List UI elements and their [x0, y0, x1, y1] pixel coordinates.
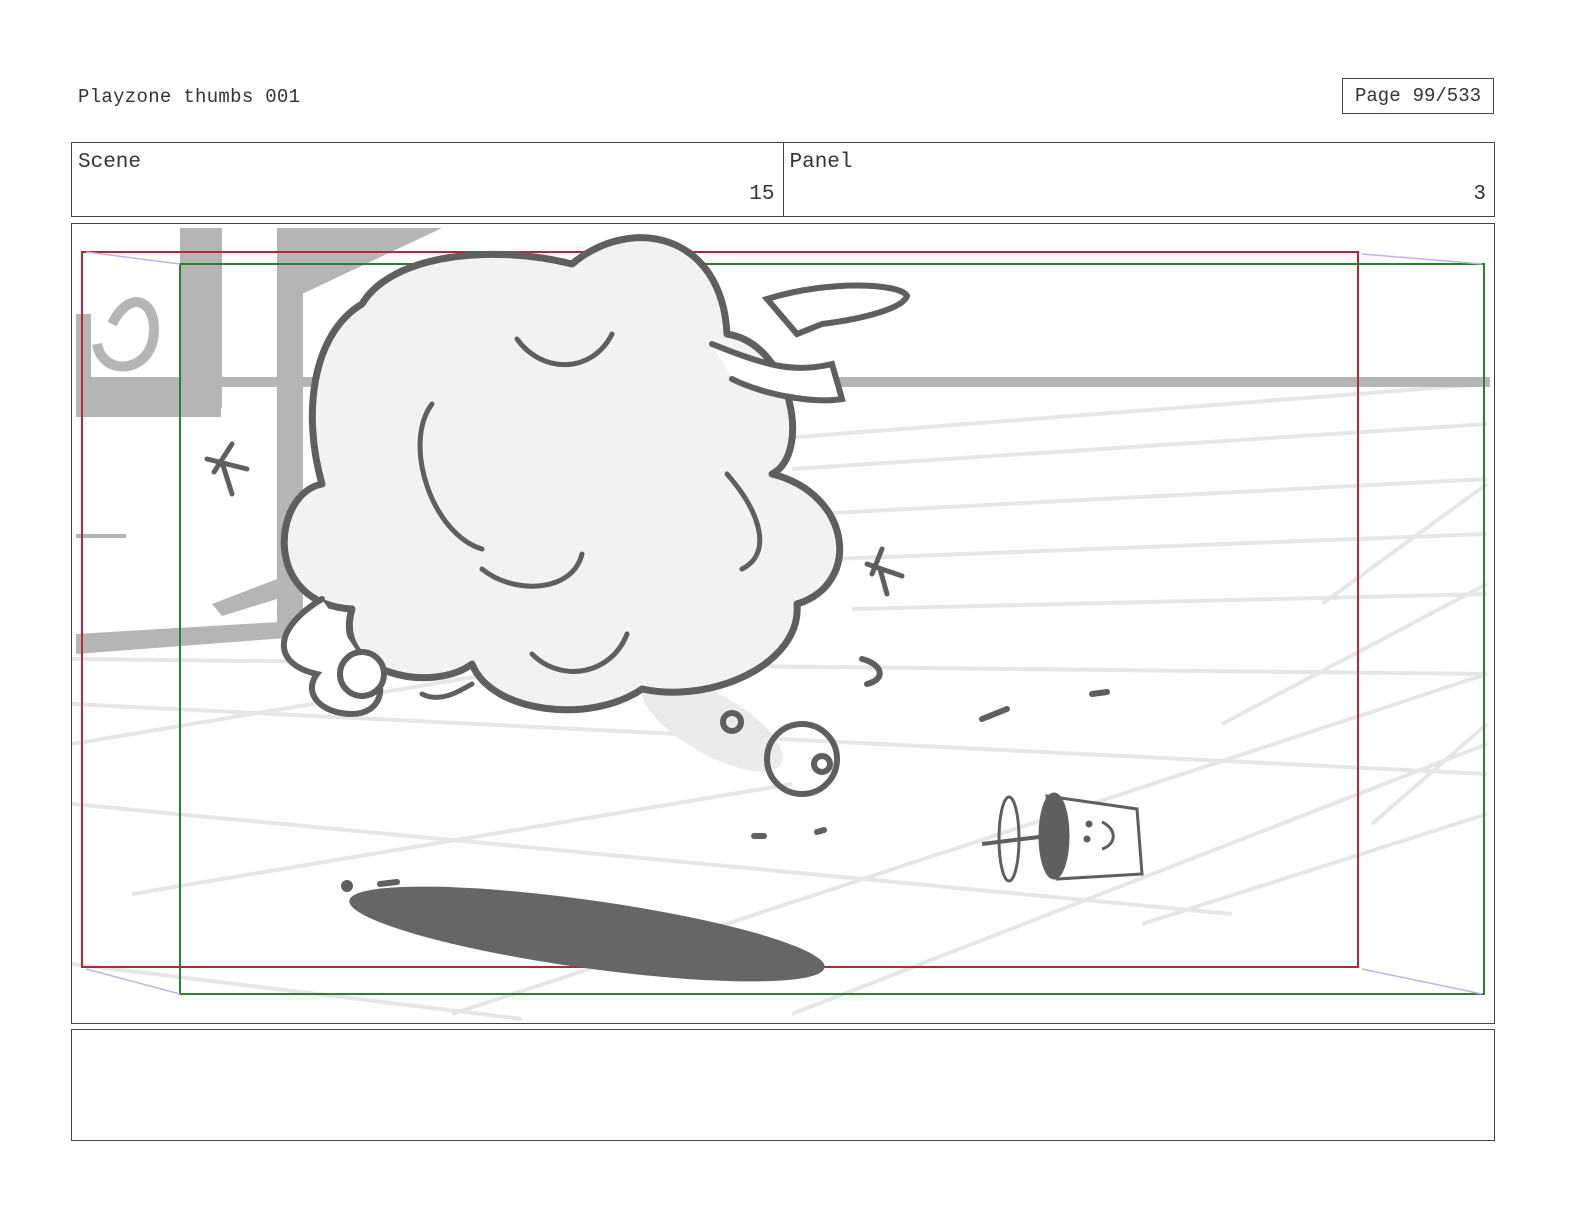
scene-label: Scene	[78, 151, 142, 174]
fight-dust-cloud	[280, 234, 844, 714]
panel-cell: Panel 3	[782, 143, 1495, 216]
star-icon	[204, 441, 250, 497]
ground-shadow	[349, 886, 825, 982]
panel-number: 3	[1473, 183, 1486, 206]
cup-icon	[981, 792, 1144, 883]
page-indicator: Page 99/533	[1342, 78, 1494, 114]
page-number: 99/533	[1412, 85, 1482, 107]
scene-panel-info: Scene 15 Panel 3	[71, 142, 1495, 217]
notes-area	[71, 1029, 1495, 1141]
background-curl	[92, 297, 159, 372]
scene-cell: Scene 15	[72, 143, 783, 216]
panel-sketch	[72, 228, 1490, 1021]
document-title: Playzone thumbs 001	[78, 86, 301, 108]
panel-label: Panel	[789, 151, 853, 174]
scene-number: 15	[749, 183, 775, 206]
storyboard-panel	[71, 223, 1495, 1024]
page-label: Page	[1354, 85, 1401, 107]
